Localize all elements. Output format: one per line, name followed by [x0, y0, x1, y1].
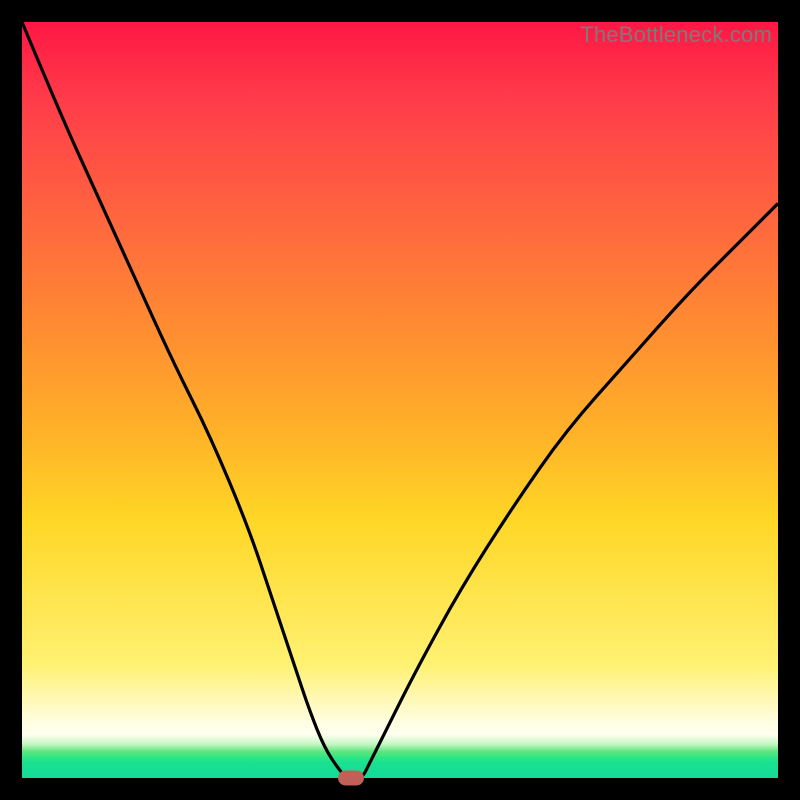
plot-area: TheBottleneck.com	[22, 22, 778, 778]
bottleneck-curve	[22, 22, 778, 778]
curve-path	[22, 22, 778, 778]
optimum-marker	[338, 771, 364, 786]
chart-frame: TheBottleneck.com	[0, 0, 800, 800]
